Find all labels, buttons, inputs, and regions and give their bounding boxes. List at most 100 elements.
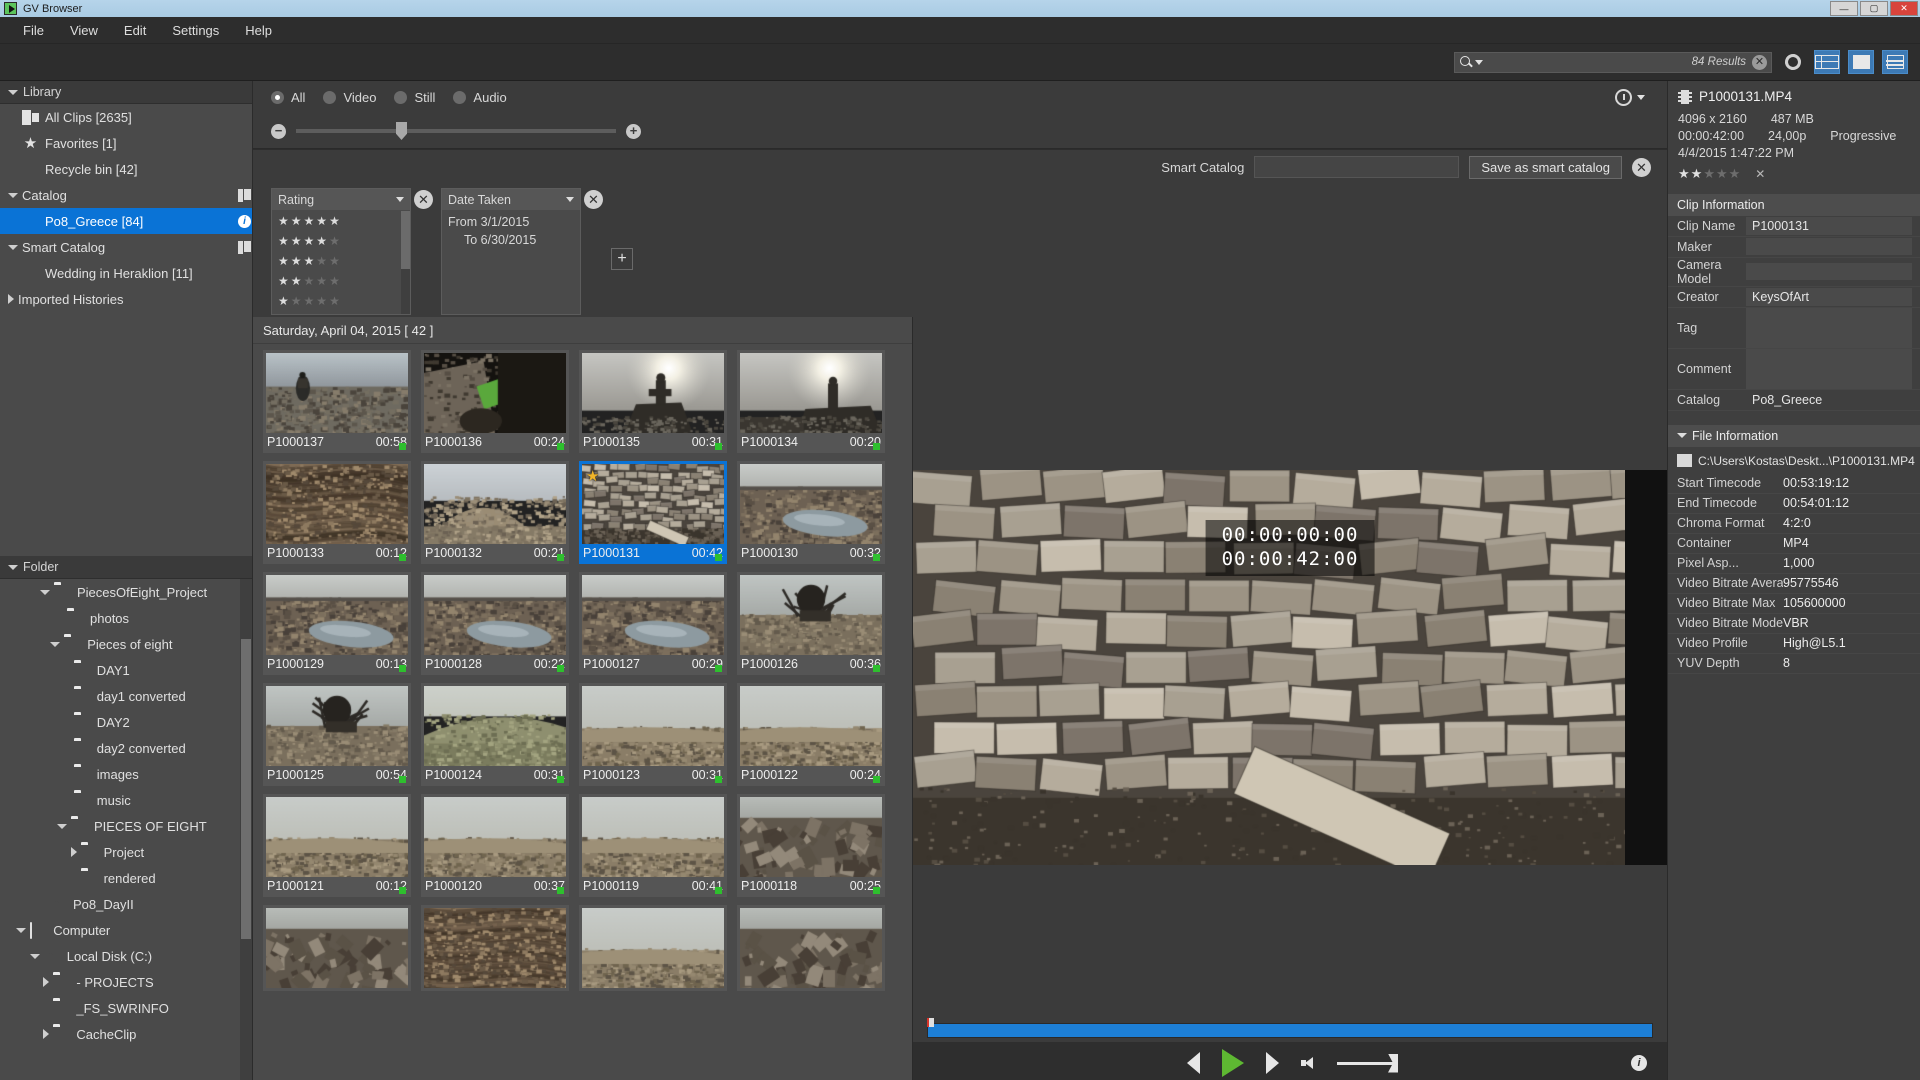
catalog-info-icon[interactable]: i — [237, 211, 252, 232]
field-value[interactable] — [1746, 349, 1912, 389]
folder-section-header[interactable]: Folder — [0, 556, 252, 579]
clip-thumbnail-cell[interactable]: P1000133 00:12 — [263, 461, 411, 564]
folder-tree-item[interactable]: music — [0, 787, 252, 813]
sidebar-item-recycle-bin[interactable]: Recycle bin [42] — [0, 156, 252, 182]
clip-thumbnail-cell[interactable]: P1000130 00:32 — [737, 461, 885, 564]
zoom-in-button[interactable]: + — [626, 124, 641, 139]
folder-tree-item[interactable]: _FS_SWRINFO — [0, 995, 252, 1021]
sidebar-item-favorites[interactable]: ★ Favorites [1] — [0, 130, 252, 156]
clip-thumbnail-cell[interactable]: P1000119 00:41 — [579, 794, 727, 897]
folder-tree-item[interactable]: images — [0, 761, 252, 787]
clip-thumbnail-cell[interactable]: P1000118 00:25 — [737, 794, 885, 897]
add-smart-catalog-icon[interactable] — [237, 237, 252, 258]
chevron-down-icon[interactable] — [40, 590, 50, 595]
filter-all[interactable]: All — [271, 90, 305, 105]
volume-handle[interactable] — [1388, 1054, 1398, 1073]
star-icon[interactable]: ★ — [1703, 166, 1715, 182]
rating-option[interactable]: ★ ★ ★ ★ ★ — [272, 291, 410, 311]
criterion-header[interactable]: Date Taken — [442, 189, 580, 211]
next-button[interactable] — [1266, 1052, 1279, 1074]
close-button[interactable]: ✕ — [1890, 1, 1918, 16]
clip-thumbnail-cell[interactable] — [263, 905, 411, 991]
folder-tree-item[interactable]: photos — [0, 605, 252, 631]
folder-tree-item[interactable]: day2 converted — [0, 735, 252, 761]
play-button[interactable] — [1222, 1049, 1244, 1077]
folder-tree-item[interactable]: - PROJECTS — [0, 969, 252, 995]
clip-thumbnail-cell[interactable]: P1000126 00:36 — [737, 572, 885, 675]
clip-rating[interactable]: ★ ★ ★ ★ ★ ✕ — [1678, 166, 1910, 182]
add-criterion-button[interactable]: + — [611, 248, 633, 270]
filter-video[interactable]: Video — [323, 90, 376, 105]
folder-tree-item[interactable]: PIECES OF EIGHT — [0, 813, 252, 839]
folder-tree-item[interactable]: Project — [0, 839, 252, 865]
chevron-down-icon[interactable] — [57, 824, 67, 829]
date-to[interactable]: To 6/30/2015 — [442, 229, 580, 247]
imported-histories-header[interactable]: Imported Histories — [0, 286, 252, 312]
filmstrip-view-button[interactable] — [1848, 50, 1874, 74]
smart-catalog-input[interactable] — [1254, 156, 1459, 178]
rating-option[interactable]: ★ ★ ★ ★ ★ — [272, 271, 410, 291]
folder-tree-item[interactable]: Pieces of eight — [0, 631, 252, 657]
chevron-down-icon[interactable] — [1637, 95, 1645, 100]
rating-option[interactable]: ★ ★ ★ ★ ★ — [272, 211, 410, 231]
folder-tree-item[interactable]: rendered — [0, 865, 252, 891]
clip-thumbnail-cell[interactable] — [579, 905, 727, 991]
field-value[interactable] — [1746, 238, 1912, 255]
clear-rating-button[interactable]: ✕ — [1755, 167, 1765, 181]
clip-thumbnail-cell[interactable]: P1000127 00:29 — [579, 572, 727, 675]
folder-tree-item[interactable]: Local Disk (C:) — [0, 943, 252, 969]
filter-audio[interactable]: Audio — [453, 90, 506, 105]
clip-thumbnail-cell[interactable]: P1000124 00:31 — [421, 683, 569, 786]
remove-criterion-button[interactable]: ✕ — [414, 190, 433, 209]
sidebar-item-all-clips[interactable]: All Clips [2635] — [0, 104, 252, 130]
field-value[interactable]: KeysOfArt — [1746, 288, 1912, 306]
volume-slider[interactable] — [1337, 1062, 1393, 1065]
file-path-row[interactable]: C:\Users\Kostas\Deskt...\P1000131.MP4 — [1668, 447, 1920, 474]
clip-thumbnail-cell[interactable]: P1000135 00:31 — [579, 350, 727, 453]
previous-button[interactable] — [1187, 1052, 1200, 1074]
list-view-button[interactable] — [1882, 50, 1908, 74]
clip-thumbnail-cell[interactable]: P1000129 00:13 — [263, 572, 411, 675]
menu-view[interactable]: View — [57, 17, 111, 44]
clip-thumbnail-cell[interactable]: P1000134 00:20 — [737, 350, 885, 453]
chevron-down-icon[interactable] — [566, 197, 574, 202]
library-section-header[interactable]: Library — [0, 81, 252, 104]
playhead-icon[interactable] — [927, 1018, 934, 1027]
chevron-down-icon[interactable] — [16, 928, 26, 933]
star-icon[interactable]: ★ — [1678, 166, 1690, 182]
menu-help[interactable]: Help — [232, 17, 285, 44]
speaker-icon[interactable] — [1301, 1057, 1315, 1069]
chevron-down-icon[interactable] — [1475, 60, 1483, 65]
rating-option[interactable]: ★ ★ ★ ★ ★ — [272, 251, 410, 271]
remove-criterion-button[interactable]: ✕ — [584, 190, 603, 209]
time-sort-control[interactable] — [1615, 89, 1667, 106]
file-information-header[interactable]: File Information — [1668, 425, 1920, 447]
star-icon[interactable]: ★ — [1691, 166, 1703, 182]
clip-thumbnail-cell[interactable] — [421, 905, 569, 991]
folder-tree-item[interactable]: Po8_DayII — [0, 891, 252, 917]
clip-thumbnail-cell[interactable]: P1000128 00:22 — [421, 572, 569, 675]
zoom-track[interactable] — [296, 129, 616, 133]
star-icon[interactable]: ★ — [1729, 166, 1741, 182]
folder-tree-item[interactable]: Computer — [0, 917, 252, 943]
filter-still[interactable]: Still — [394, 90, 435, 105]
menu-file[interactable]: File — [10, 17, 57, 44]
chevron-down-icon[interactable] — [50, 642, 60, 647]
settings-button[interactable] — [1780, 50, 1806, 74]
save-smart-catalog-button[interactable]: Save as smart catalog — [1469, 156, 1622, 179]
chevron-down-icon[interactable] — [30, 954, 40, 959]
rating-option[interactable]: ★ ★ ★ ★ ★ — [272, 231, 410, 251]
search-box[interactable]: 84 Results ✕ — [1454, 52, 1772, 73]
chevron-right-icon[interactable] — [43, 1029, 49, 1039]
clip-thumbnail-cell[interactable]: P1000137 00:58 — [263, 350, 411, 453]
folder-tree-item[interactable]: day1 converted — [0, 683, 252, 709]
clip-thumbnail-cell[interactable]: P1000132 00:21 — [421, 461, 569, 564]
catalog-section-header[interactable]: Catalog — [0, 182, 252, 208]
criterion-header[interactable]: Rating — [272, 189, 410, 211]
player-info-button[interactable]: i — [1631, 1055, 1647, 1071]
folder-tree-item[interactable]: DAY2 — [0, 709, 252, 735]
field-value[interactable] — [1746, 308, 1912, 348]
clip-thumbnail-cell[interactable] — [737, 905, 885, 991]
sidebar-item-wedding-in-heraklion[interactable]: Wedding in Heraklion [11] — [0, 260, 252, 286]
grid-view-button[interactable] — [1814, 50, 1840, 74]
